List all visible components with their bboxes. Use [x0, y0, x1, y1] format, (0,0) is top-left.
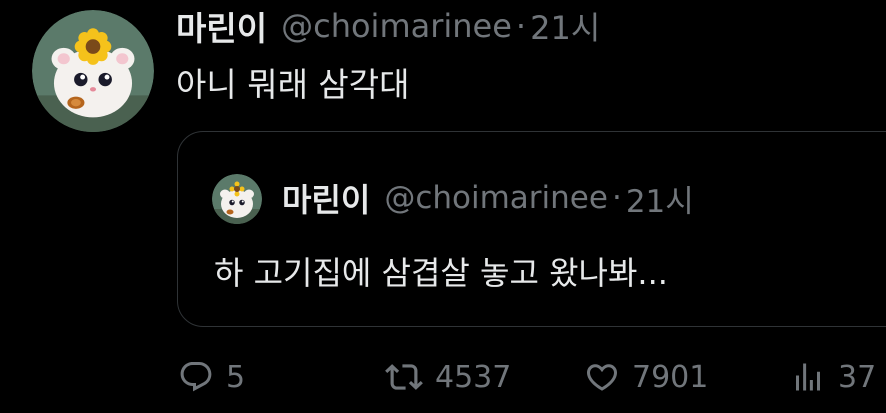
author-display-name[interactable]: 마린이	[176, 2, 267, 50]
hamster-avatar-icon	[32, 10, 154, 132]
quoted-tweet-timestamp: 21시	[625, 183, 694, 220]
quoted-author-avatar	[212, 174, 262, 224]
like-count: 7901	[632, 359, 709, 395]
reply-button[interactable]: 5	[178, 352, 245, 402]
quoted-tweet-header: 마린이 @choimarinee · 21시	[282, 176, 694, 220]
hamster-avatar-icon	[212, 174, 262, 224]
author-avatar[interactable]	[32, 10, 154, 132]
tweet-header: 마린이 @choimarinee · 21시	[176, 4, 600, 48]
author-handle[interactable]: @choimarinee	[281, 7, 512, 45]
like-button[interactable]: 7901	[584, 352, 708, 402]
quoted-tweet-card[interactable]: 마린이 @choimarinee · 21시 하 고기집에 삼겹살 놓고 왔나봐…	[177, 131, 886, 327]
quoted-author-handle: @choimarinee	[384, 180, 608, 216]
quoted-tweet-text: 하 고기집에 삼겹살 놓고 왔나봐...	[214, 254, 668, 292]
views-icon	[796, 363, 820, 391]
tweet-timestamp[interactable]: 21시	[530, 3, 600, 49]
separator-dot: ·	[515, 7, 527, 45]
reply-count: 5	[226, 359, 246, 395]
heart-icon	[586, 364, 618, 391]
retweet-icon	[385, 364, 423, 390]
reply-icon	[180, 362, 212, 392]
retweet-button[interactable]: 4537	[385, 352, 511, 402]
tweet-action-bar: 5 4537 7901 37	[0, 352, 886, 402]
separator-dot: ·	[611, 180, 622, 216]
quoted-author-display-name: 마린이	[282, 181, 371, 219]
views-count: 37	[838, 359, 877, 395]
retweet-count: 4537	[435, 359, 512, 395]
tweet-text: 아니 뭐래 삼각대	[176, 65, 410, 104]
views-button[interactable]: 37	[790, 352, 876, 402]
